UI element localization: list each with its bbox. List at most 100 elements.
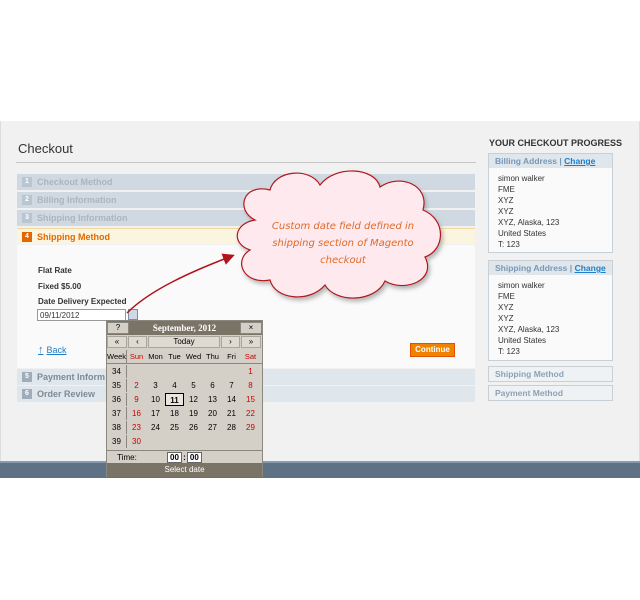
weekday-label: Tue bbox=[168, 352, 181, 361]
date-picker-popup: ? September, 2012 × « ‹ Today › » Week S… bbox=[106, 320, 263, 477]
annotation-line: checkout bbox=[320, 255, 366, 266]
calendar-week-row: 35 2 3 4 5 6 7 8 bbox=[107, 379, 262, 392]
billing-address-header: Billing Address | Change bbox=[489, 154, 612, 168]
calendar-day[interactable]: 5 bbox=[184, 379, 203, 392]
address-line: T: 123 bbox=[498, 347, 520, 356]
calendar-day[interactable]: 28 bbox=[222, 421, 241, 434]
payment-method-heading: Payment Method bbox=[489, 386, 612, 400]
calendar-week-row: 36 9 10 11 12 13 14 15 bbox=[107, 393, 262, 406]
prev-year-button[interactable]: « bbox=[107, 336, 127, 348]
calendar-day[interactable]: 11 bbox=[165, 393, 184, 406]
prev-month-button[interactable]: ‹ bbox=[128, 336, 147, 348]
calendar-help-button[interactable]: ? bbox=[107, 322, 129, 334]
step-number: 3 bbox=[22, 213, 32, 223]
address-line: FME bbox=[498, 185, 515, 194]
weekday-label: Sat bbox=[244, 352, 257, 361]
billing-address-lines: simon walker FME XYZ XYZ XYZ, Alaska, 123 Uni… bbox=[489, 168, 612, 255]
weekday-label: Sun bbox=[129, 352, 144, 361]
address-line: XYZ bbox=[498, 303, 514, 312]
calendar-day[interactable]: 9 bbox=[127, 393, 146, 406]
date-delivery-label: Date Delivery Expected bbox=[38, 297, 127, 306]
calendar-day[interactable]: 23 bbox=[127, 421, 146, 434]
shipping-method-heading: Shipping Method bbox=[489, 367, 612, 381]
weekday-label: Thu bbox=[206, 352, 219, 361]
up-arrow-icon: ↑ bbox=[38, 344, 44, 356]
step-label: Checkout Method bbox=[37, 177, 113, 187]
calendar-day[interactable]: 8 bbox=[241, 379, 260, 392]
week-column-label: Week bbox=[107, 350, 127, 363]
calendar-day[interactable]: 7 bbox=[222, 379, 241, 392]
billing-address-box: Billing Address | Change simon walker FME… bbox=[488, 153, 613, 253]
calendar-day[interactable]: 21 bbox=[222, 407, 241, 420]
calendar-empty-cell bbox=[165, 365, 184, 378]
calendar-header: ? September, 2012 × bbox=[107, 321, 262, 335]
step-label: Order Review bbox=[37, 389, 96, 399]
address-line: XYZ, Alaska, 123 bbox=[498, 325, 560, 334]
calendar-day[interactable]: 1 bbox=[241, 365, 260, 378]
calendar-day[interactable]: 2 bbox=[127, 379, 146, 392]
billing-address-heading: Billing Address bbox=[495, 156, 558, 166]
next-year-button[interactable]: » bbox=[241, 336, 261, 348]
calendar-empty-cell bbox=[127, 365, 146, 378]
shipping-change-link[interactable]: Change bbox=[575, 263, 606, 273]
heading-separator: | bbox=[569, 263, 573, 273]
address-line: FME bbox=[498, 292, 515, 301]
step-number: 2 bbox=[22, 195, 32, 205]
page-title: Checkout bbox=[18, 141, 73, 156]
calendar-day[interactable]: 12 bbox=[184, 393, 203, 406]
step-label: Payment Inform bbox=[37, 372, 106, 382]
next-month-button[interactable]: › bbox=[221, 336, 240, 348]
calendar-day[interactable]: 30 bbox=[127, 435, 146, 448]
calendar-day[interactable]: 13 bbox=[203, 393, 222, 406]
billing-change-link[interactable]: Change bbox=[564, 156, 595, 166]
rate-price: Fixed $5.00 bbox=[38, 282, 82, 291]
shipping-method-box: Shipping Method bbox=[488, 366, 613, 382]
week-number: 34 bbox=[107, 365, 127, 378]
calendar-day[interactable]: 6 bbox=[203, 379, 222, 392]
minute-field[interactable]: 00 bbox=[186, 452, 202, 463]
calendar-day[interactable]: 29 bbox=[241, 421, 260, 434]
hour-field[interactable]: 00 bbox=[167, 452, 182, 463]
back-link[interactable]: ↑ Back bbox=[38, 344, 67, 356]
weekday-label: Wed bbox=[185, 352, 202, 361]
calendar-day[interactable]: 18 bbox=[165, 407, 184, 420]
annotation-text: Custom date field defined in shipping se… bbox=[248, 218, 438, 269]
calendar-week-row: 39 30 bbox=[107, 435, 262, 448]
weekday-label: Mon bbox=[148, 352, 163, 361]
calendar-day[interactable]: 27 bbox=[203, 421, 222, 434]
time-row: Time: 00 : 00 bbox=[107, 450, 262, 463]
calendar-empty-cell bbox=[203, 365, 222, 378]
calendar-day[interactable]: 16 bbox=[127, 407, 146, 420]
calendar-close-button[interactable]: × bbox=[240, 322, 262, 334]
calendar-day[interactable]: 15 bbox=[241, 393, 260, 406]
step-number: 5 bbox=[22, 372, 32, 382]
calendar-day[interactable]: 20 bbox=[203, 407, 222, 420]
calendar-day[interactable]: 14 bbox=[222, 393, 241, 406]
calendar-day[interactable]: 10 bbox=[146, 393, 165, 406]
calendar-day[interactable]: 25 bbox=[165, 421, 184, 434]
step-number: 6 bbox=[22, 389, 32, 399]
address-line: United States bbox=[498, 229, 547, 238]
calendar-day[interactable]: 22 bbox=[241, 407, 260, 420]
heading-separator: | bbox=[559, 156, 562, 166]
title-divider bbox=[16, 162, 476, 163]
calendar-week-row: 34 1 bbox=[107, 365, 262, 378]
address-line: XYZ bbox=[498, 314, 514, 323]
calendar-icon[interactable] bbox=[128, 309, 138, 320]
calendar-day[interactable]: 19 bbox=[184, 407, 203, 420]
continue-button[interactable]: Continue bbox=[410, 343, 455, 357]
calendar-day[interactable]: 4 bbox=[165, 379, 184, 392]
calendar-footer: Select date bbox=[107, 463, 262, 477]
weekday-header: Week Sun Mon Tue Wed Thu Fri Sat bbox=[107, 350, 262, 364]
calendar-empty-cell bbox=[203, 435, 222, 448]
calendar-day[interactable]: 26 bbox=[184, 421, 203, 434]
calendar-day[interactable]: 24 bbox=[146, 421, 165, 434]
calendar-day[interactable]: 17 bbox=[146, 407, 165, 420]
annotation-line: Custom date field defined in bbox=[271, 221, 415, 232]
payment-method-box: Payment Method bbox=[488, 385, 613, 401]
calendar-day[interactable]: 3 bbox=[146, 379, 165, 392]
today-button[interactable]: Today bbox=[148, 336, 220, 348]
calendar-empty-cell bbox=[146, 435, 165, 448]
address-line: XYZ, Alaska, 123 bbox=[498, 218, 560, 227]
address-line: United States bbox=[498, 336, 547, 345]
